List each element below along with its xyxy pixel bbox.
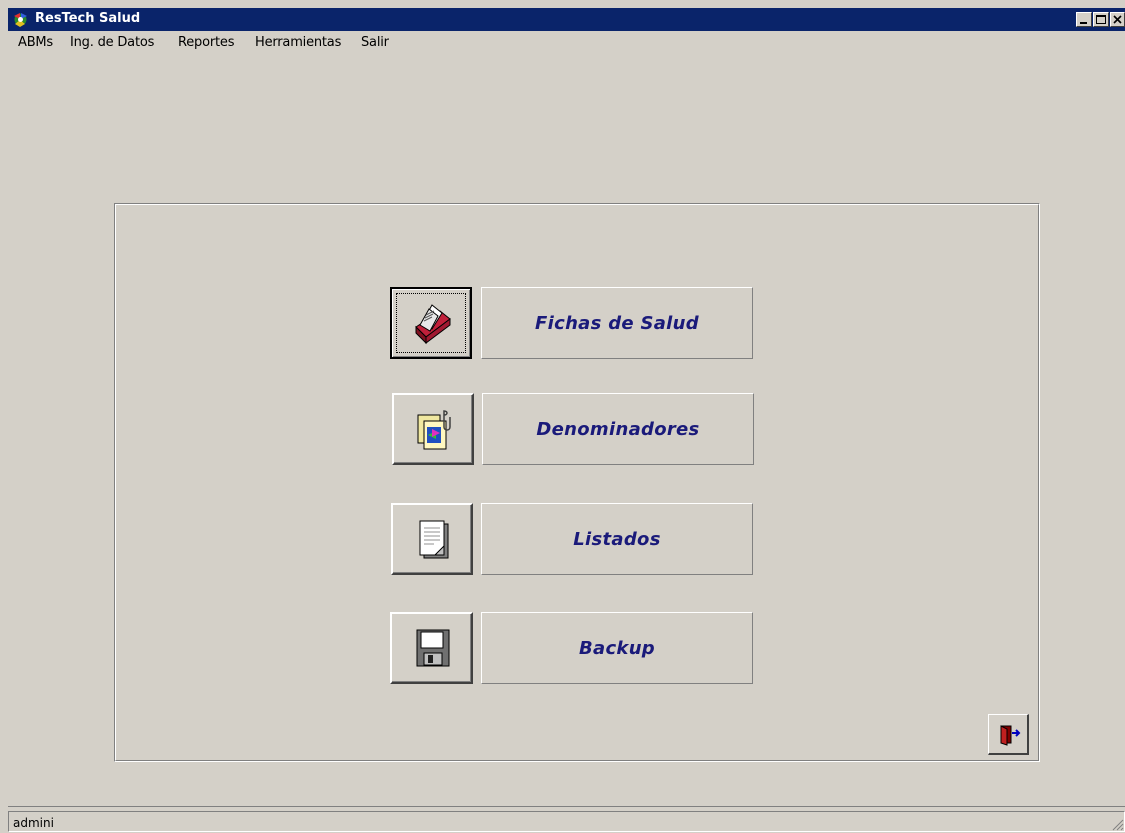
exit-button[interactable] (988, 714, 1029, 755)
minimize-button[interactable] (1076, 12, 1092, 27)
menu-abms[interactable]: ABMs (18, 35, 53, 50)
status-bar: admini (8, 806, 1125, 833)
fichas-de-salud-icon-button[interactable] (390, 287, 472, 359)
denominadores-button[interactable]: Denominadores (482, 393, 754, 465)
document-pages-icon (419, 520, 449, 559)
floppy-disk-icon (416, 629, 450, 667)
minimize-icon (1080, 22, 1087, 24)
listados-icon-button[interactable] (391, 503, 473, 575)
listados-button[interactable]: Listados (481, 503, 753, 575)
transfer-document-icon (417, 410, 451, 450)
card-file-icon (415, 304, 451, 345)
maximize-button[interactable] (1093, 12, 1109, 27)
backup-button[interactable]: Backup (481, 612, 753, 684)
fichas-de-salud-button[interactable]: Fichas de Salud (481, 287, 753, 359)
menu-salir[interactable]: Salir (361, 35, 389, 50)
close-icon (1113, 15, 1122, 24)
window-title: ResTech Salud (35, 11, 141, 26)
exit-door-icon (1000, 725, 1021, 746)
resize-grip-icon[interactable] (1110, 817, 1124, 831)
denominadores-icon-button[interactable] (392, 393, 474, 465)
maximize-icon (1096, 15, 1106, 24)
status-panel: admini (8, 811, 1125, 832)
fichas-de-salud-label: Fichas de Salud (535, 312, 699, 334)
backup-icon-button[interactable] (390, 612, 473, 684)
listados-label: Listados (573, 528, 661, 550)
title-bar[interactable]: ResTech Salud (8, 8, 1125, 31)
backup-label: Backup (578, 637, 655, 659)
menu-reportes[interactable]: Reportes (178, 35, 234, 50)
denominadores-label: Denominadores (536, 418, 700, 440)
status-user: admini (13, 816, 54, 830)
menu-ing-de-datos[interactable]: Ing. de Datos (70, 35, 154, 50)
menu-herramientas[interactable]: Herramientas (255, 35, 341, 50)
close-button[interactable] (1110, 12, 1125, 27)
app-logo-icon (14, 13, 27, 27)
menu-bar: ABMs Ing. de Datos Reportes Herramientas… (8, 31, 1125, 53)
